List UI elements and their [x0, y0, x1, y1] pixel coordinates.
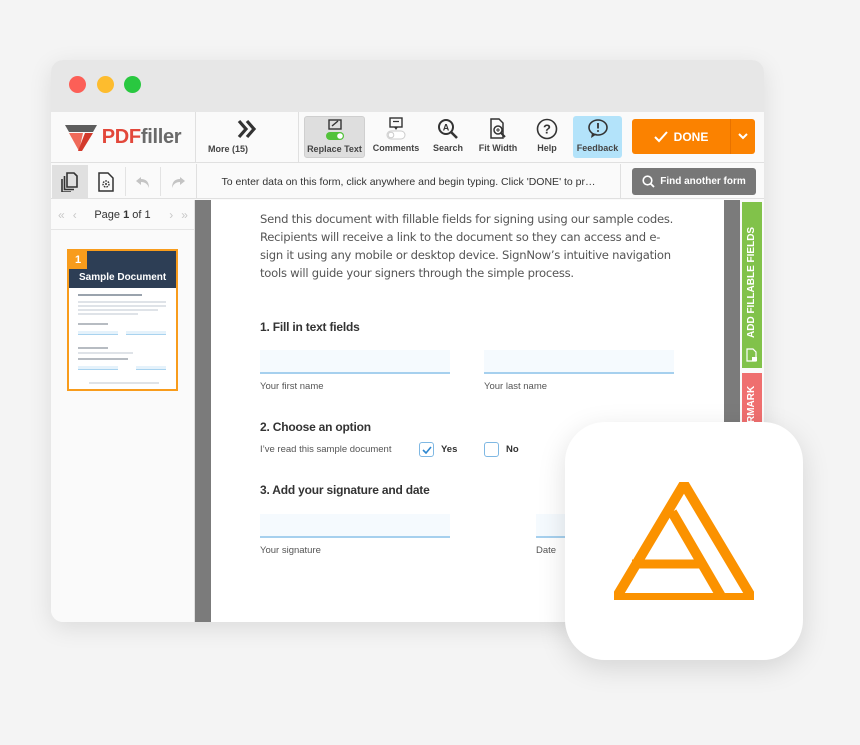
prev-page-button[interactable]: ‹ — [73, 208, 77, 222]
document-settings-icon — [98, 171, 114, 192]
checkmark-icon — [421, 445, 432, 454]
fit-width-icon — [490, 118, 506, 139]
intro-paragraph: Send this document with fillable fields … — [260, 212, 674, 280]
first-page-button[interactable]: « — [58, 208, 65, 222]
undo-button[interactable] — [125, 165, 161, 198]
search-button[interactable]: A Search — [427, 116, 469, 158]
main-toolbar: PDFfiller More (15) Replace Text Comment… — [51, 112, 764, 163]
first-name-label: Your first name — [260, 381, 324, 392]
fit-width-button[interactable]: Fit Width — [473, 116, 523, 158]
replace-text-button[interactable]: Replace Text — [304, 116, 365, 158]
thumbnail-title: Sample Document — [79, 272, 167, 283]
replace-text-toggle-icon — [325, 119, 344, 140]
signature-field[interactable] — [260, 514, 450, 538]
search-label: Search — [432, 143, 464, 153]
minimize-window-button[interactable] — [97, 76, 114, 93]
pages-sidebar: « ‹ Page 1 of 1 › » 1 Sample Document — [51, 200, 195, 622]
maximize-window-button[interactable] — [124, 76, 141, 93]
option-prompt: I’ve read this sample document — [260, 444, 392, 455]
comments-label: Comments — [372, 143, 420, 153]
help-label: Help — [537, 143, 557, 153]
help-icon: ? — [536, 118, 558, 140]
help-button[interactable]: ? Help — [527, 116, 567, 158]
add-fillable-fields-label: ADD FILLABLE FIELDS — [746, 226, 757, 338]
pdffiller-logo[interactable]: PDFfiller — [51, 112, 196, 163]
search-icon — [642, 175, 655, 188]
feedback-label: Feedback — [576, 143, 619, 153]
first-name-field[interactable] — [260, 350, 450, 374]
fit-width-label: Fit Width — [478, 143, 518, 153]
last-name-label: Your last name — [484, 381, 548, 392]
undo-icon — [136, 176, 149, 188]
secondary-toolbar: To enter data on this form, click anywhe… — [51, 164, 764, 199]
comments-button[interactable]: Comments — [369, 116, 423, 158]
redo-icon — [172, 176, 185, 188]
done-dropdown-button[interactable] — [731, 119, 755, 154]
watermark-label: RMARK — [746, 385, 757, 423]
page-navigator: « ‹ Page 1 of 1 › » — [51, 200, 194, 230]
title-bar — [51, 60, 764, 112]
no-label: No — [506, 444, 519, 455]
more-tools-label: More (15) — [208, 144, 249, 154]
fillable-document-icon — [746, 348, 757, 362]
page-content: Send this document with fillable fields … — [260, 210, 680, 282]
find-another-form-label: Find another form — [660, 176, 746, 187]
airslate-triangle-logo-icon — [614, 482, 754, 600]
double-chevron-right-icon — [182, 118, 298, 146]
logo-text: PDFfiller — [101, 126, 182, 148]
done-label: DONE — [673, 129, 709, 144]
page-indicator: Page 1 of 1 — [94, 208, 151, 221]
comment-toggle-icon — [386, 117, 406, 140]
no-checkbox[interactable] — [484, 442, 499, 457]
instruction-hint: To enter data on this form, click anywhe… — [196, 164, 621, 199]
search-icon: A — [438, 119, 458, 139]
pages-panel-button[interactable] — [52, 165, 88, 198]
feedback-icon — [587, 119, 608, 138]
svg-text:?: ? — [543, 122, 551, 137]
document-settings-button[interactable] — [88, 165, 124, 198]
close-window-button[interactable] — [69, 76, 86, 93]
more-tools-button[interactable]: More (15) — [196, 112, 299, 163]
pdffiller-logo-icon — [64, 124, 97, 151]
add-fillable-fields-tab[interactable]: ADD FILLABLE FIELDS — [742, 202, 762, 368]
section-2-heading: 2. Choose an option — [260, 420, 371, 434]
checkmark-icon — [653, 130, 668, 142]
thumbnail-page-number: 1 — [69, 251, 87, 269]
thumbnail-header: 1 Sample Document — [69, 251, 176, 288]
nav-arrows-left: « ‹ — [58, 208, 77, 222]
app-icon-card — [565, 422, 803, 660]
nav-arrows-right: › » — [169, 208, 188, 222]
yes-checkbox[interactable] — [419, 442, 434, 457]
section-3-heading: 3. Add your signature and date — [260, 483, 430, 497]
signature-label: Your signature — [260, 545, 321, 556]
done-button[interactable]: DONE — [632, 119, 731, 154]
page-thumbnail[interactable]: 1 Sample Document — [67, 249, 178, 391]
redo-button[interactable] — [160, 165, 196, 198]
last-name-field[interactable] — [484, 350, 674, 374]
done-button-group: DONE — [632, 119, 755, 154]
date-label: Date — [536, 545, 557, 556]
last-page-button[interactable]: » — [181, 208, 188, 222]
feedback-button[interactable]: Feedback — [573, 116, 622, 158]
replace-text-label: Replace Text — [307, 144, 362, 154]
section-1-heading: 1. Fill in text fields — [260, 320, 360, 334]
find-another-form-button[interactable]: Find another form — [632, 168, 756, 195]
chevron-down-icon — [738, 133, 748, 140]
svg-text:A: A — [443, 123, 450, 133]
pages-icon — [61, 171, 78, 192]
next-page-button[interactable]: › — [169, 208, 173, 222]
yes-label: Yes — [441, 444, 458, 455]
